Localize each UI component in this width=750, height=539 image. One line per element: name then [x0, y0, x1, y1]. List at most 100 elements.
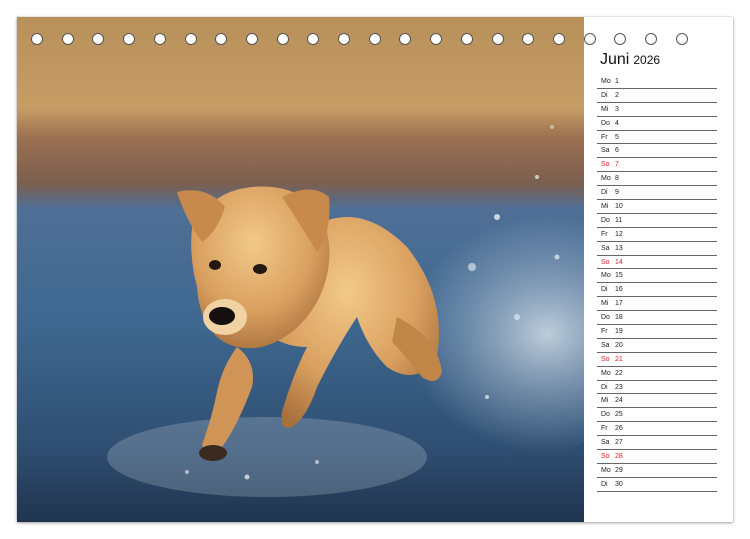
day-number: 12 — [615, 230, 623, 238]
weekday-label: Mo — [601, 78, 611, 85]
day-row: Do 18 — [597, 311, 717, 326]
day-number: 2 — [615, 91, 619, 99]
day-row: Sa 27 — [597, 436, 717, 451]
day-row: So 21 — [597, 353, 717, 367]
year: 2026 — [633, 53, 661, 67]
weekday-label: Mo — [601, 272, 611, 280]
day-number: 6 — [615, 147, 619, 155]
binding-hole — [338, 33, 350, 45]
weekday-label: Di — [601, 383, 608, 391]
binding-hole — [583, 33, 596, 45]
weekday-label: Fr — [601, 230, 608, 238]
weekday-label: So — [601, 161, 610, 169]
binding-hole — [153, 33, 166, 45]
binding-hole — [368, 33, 381, 45]
day-row: Fr 12 — [597, 228, 717, 242]
weekday-label: Sa — [601, 341, 610, 349]
day-row: Do 4 — [597, 117, 717, 131]
binding-hole — [430, 33, 443, 45]
day-number: 3 — [615, 105, 619, 113]
day-number: 27 — [615, 439, 623, 447]
day-number: 9 — [615, 189, 619, 197]
day-list: Mo 1 Di 2 Mi 3 Do 4 Fr 5 Sa 6 So 7 Mo 8 Di 9 Mi 10 Do 11 Fr 12 S… — [597, 75, 717, 492]
day-row: Fr 19 — [597, 325, 717, 339]
binding-hole — [92, 33, 105, 45]
day-number: 4 — [615, 119, 619, 127]
day-row: Fr 26 — [597, 422, 717, 437]
day-row: Mi 17 — [597, 297, 717, 312]
weekday-label: Mo — [601, 466, 611, 474]
day-number: 20 — [615, 341, 623, 349]
weekday-label: Mo — [601, 175, 611, 183]
binding-hole — [276, 33, 289, 45]
dog-photo — [17, 17, 584, 522]
day-row: Mo 29 — [597, 464, 717, 478]
day-number: 30 — [615, 480, 623, 488]
calendar-panel: Juni 2026 Mo 1 Di 2 Mi 3 Do 4 Fr 5 Sa 6 So 7 Mo 8 Di 9 Mi 10… — [597, 17, 733, 522]
day-row: Mo 15 — [597, 269, 717, 284]
weekday-label: Fr — [601, 328, 608, 336]
binding-hole — [460, 33, 473, 45]
day-number: 24 — [615, 397, 623, 405]
day-row: Di 30 — [597, 478, 717, 492]
weekday-label: Sa — [601, 147, 610, 155]
day-number: 10 — [615, 203, 623, 211]
binding-hole — [307, 33, 320, 45]
day-number: 25 — [615, 411, 623, 419]
day-number: 22 — [615, 369, 623, 377]
day-row: So 14 — [597, 256, 717, 270]
day-number: 17 — [615, 300, 623, 308]
weekday-label: Di — [601, 91, 608, 99]
binding-hole — [552, 33, 565, 45]
day-row: Mi 10 — [597, 200, 717, 214]
day-number: 26 — [615, 425, 623, 433]
day-row: Mo 8 — [597, 172, 717, 187]
binding-hole — [522, 33, 535, 45]
photo-illustration — [17, 17, 584, 522]
day-row: Mi 24 — [597, 394, 717, 409]
binding-hole — [31, 33, 43, 45]
day-number: 8 — [615, 175, 619, 183]
day-number: 23 — [615, 383, 623, 391]
weekday-label: So — [601, 355, 610, 363]
weekday-label: Mi — [601, 300, 609, 308]
day-row: Sa 13 — [597, 242, 717, 256]
day-row: Di 23 — [597, 381, 717, 395]
day-number: 19 — [615, 328, 623, 336]
weekday-label: Di — [601, 189, 608, 197]
weekday-label: Di — [601, 480, 608, 488]
day-row: So 28 — [597, 450, 717, 464]
weekday-label: Fr — [601, 425, 608, 433]
day-row: Do 25 — [597, 408, 717, 423]
weekday-label: Mo — [601, 369, 611, 377]
binding-hole — [215, 33, 228, 45]
day-number: 18 — [615, 314, 623, 322]
binding-hole — [123, 33, 136, 45]
day-row: Sa 6 — [597, 144, 717, 159]
day-row: Di 9 — [597, 186, 717, 201]
day-row: Sa 20 — [597, 339, 717, 353]
day-row: Fr 5 — [597, 131, 717, 145]
day-row: So 7 — [597, 158, 717, 173]
binding-hole — [184, 33, 197, 45]
day-number: 5 — [615, 133, 619, 141]
weekday-label: Do — [601, 119, 610, 127]
day-row: Mi 3 — [597, 103, 717, 117]
weekday-label: Sa — [601, 439, 610, 447]
day-row: Do 11 — [597, 214, 717, 228]
weekday-label: So — [601, 453, 610, 461]
day-number: 15 — [615, 272, 623, 280]
day-row: Mo 1 — [597, 75, 717, 89]
day-number: 11 — [615, 216, 623, 224]
month-name: Juni — [600, 51, 630, 68]
day-number: 28 — [615, 453, 623, 461]
day-number: 7 — [615, 161, 619, 169]
day-row: Di 16 — [597, 283, 717, 298]
weekday-label: Di — [601, 286, 608, 294]
day-number: 29 — [615, 466, 623, 474]
weekday-label: Sa — [601, 244, 610, 252]
day-number: 13 — [615, 244, 623, 252]
weekday-label: So — [601, 258, 610, 266]
calendar-page: Juni 2026 Mo 1 Di 2 Mi 3 Do 4 Fr 5 Sa 6 So 7 Mo 8 Di 9 Mi 10… — [17, 17, 733, 522]
weekday-label: Do — [601, 411, 610, 419]
